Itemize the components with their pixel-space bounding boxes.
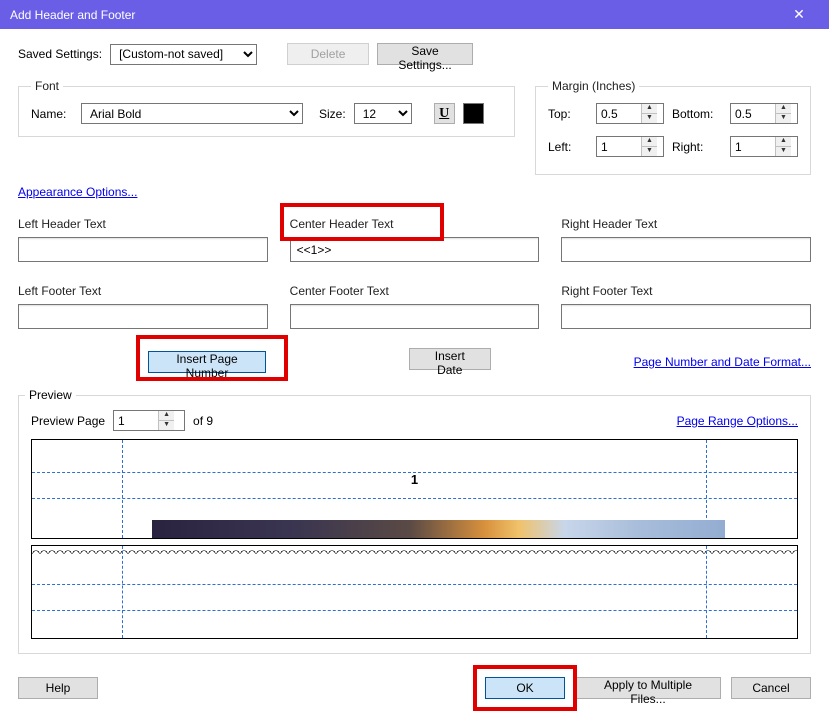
save-settings-button[interactable]: Save Settings... [377, 43, 473, 65]
left-footer-label: Left Footer Text [18, 284, 268, 298]
appearance-options-link[interactable]: Appearance Options... [18, 185, 137, 199]
dialog-body: Saved Settings: [Custom-not saved] Delet… [0, 29, 829, 668]
preview-footer-page [31, 545, 798, 639]
delete-button: Delete [287, 43, 369, 65]
help-button[interactable]: Help [18, 677, 98, 699]
preview-page-number: 1 [411, 472, 418, 487]
left-footer-input[interactable] [18, 304, 268, 329]
margin-top-label: Top: [548, 107, 588, 121]
center-header-label: Center Header Text [290, 217, 540, 231]
right-footer-input[interactable] [561, 304, 811, 329]
font-size-label: Size: [319, 107, 346, 121]
appearance-options-row: Appearance Options... [18, 185, 811, 199]
page-number-format-link[interactable]: Page Number and Date Format... [634, 355, 811, 369]
preview-legend: Preview [25, 388, 76, 402]
apply-multiple-button[interactable]: Apply to Multiple Files... [575, 677, 721, 699]
preview-page-row: Preview Page ▲▼ of 9 Page Range Options.… [31, 410, 798, 431]
close-icon[interactable]: ✕ [779, 6, 819, 23]
header-footer-grid: Left Header Text Center Header Text Righ… [18, 217, 811, 329]
saved-settings-select[interactable]: [Custom-not saved] [110, 44, 257, 65]
margin-left-input[interactable]: ▲▼ [596, 136, 664, 157]
preview-header-page: 1 [31, 439, 798, 539]
right-footer-label: Right Footer Text [561, 284, 811, 298]
font-name-select[interactable]: Arial Bold [81, 103, 303, 124]
right-header-input[interactable] [561, 237, 811, 262]
margin-bottom-input[interactable]: ▲▼ [730, 103, 798, 124]
margin-right-label: Right: [672, 140, 722, 154]
preview-page-label: Preview Page [31, 414, 105, 428]
dialog-footer: Help OK Apply to Multiple Files... Cance… [18, 677, 811, 699]
margin-fieldset: Margin (Inches) Top: ▲▼ Bottom: ▲▼ Left:… [535, 79, 811, 175]
margin-bottom-label: Bottom: [672, 107, 722, 121]
left-header-label: Left Header Text [18, 217, 268, 231]
margin-right-input[interactable]: ▲▼ [730, 136, 798, 157]
center-footer-label: Center Footer Text [290, 284, 540, 298]
left-header-input[interactable] [18, 237, 268, 262]
margin-left-label: Left: [548, 140, 588, 154]
ok-button[interactable]: OK [485, 677, 565, 699]
window-title: Add Header and Footer [10, 8, 779, 22]
right-header-label: Right Header Text [561, 217, 811, 231]
font-size-select[interactable]: 12 [354, 103, 412, 124]
saved-settings-row: Saved Settings: [Custom-not saved] Delet… [18, 43, 811, 65]
font-legend: Font [31, 79, 63, 93]
font-fieldset: Font Name: Arial Bold Size: 12 U [18, 79, 515, 137]
insert-date-button[interactable]: Insert Date [409, 348, 491, 370]
font-name-label: Name: [31, 107, 73, 121]
saved-settings-label: Saved Settings: [18, 47, 102, 61]
font-margin-row: Font Name: Arial Bold Size: 12 U Margin … [18, 79, 811, 175]
preview-fieldset: Preview Preview Page ▲▼ of 9 Page Range … [18, 395, 811, 654]
cancel-button[interactable]: Cancel [731, 677, 811, 699]
insert-row: Insert Page Number Insert Date Page Numb… [18, 347, 811, 377]
page-range-link[interactable]: Page Range Options... [677, 414, 798, 428]
titlebar: Add Header and Footer ✕ [0, 0, 829, 29]
preview-content-band [152, 520, 725, 538]
preview-of-label: of 9 [193, 414, 213, 428]
font-row: Name: Arial Bold Size: 12 U [31, 103, 502, 124]
center-footer-input[interactable] [290, 304, 540, 329]
margin-top-input[interactable]: ▲▼ [596, 103, 664, 124]
insert-page-number-button[interactable]: Insert Page Number [148, 351, 266, 373]
font-color-swatch[interactable] [463, 103, 484, 124]
underline-button[interactable]: U [434, 103, 455, 124]
scallop-edge [32, 546, 797, 554]
preview-page-input[interactable]: ▲▼ [113, 410, 185, 431]
center-header-input[interactable] [290, 237, 540, 262]
margin-legend: Margin (Inches) [548, 79, 639, 93]
